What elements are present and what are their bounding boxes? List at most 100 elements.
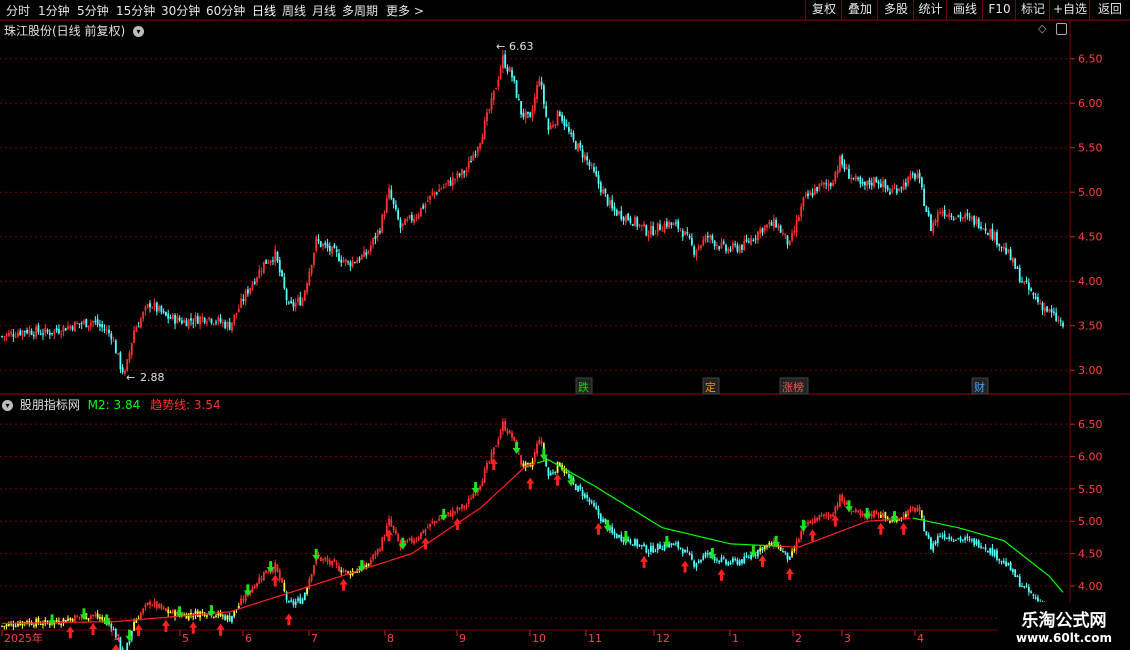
up-arrow-icon <box>421 537 430 550</box>
down-arrow-icon <box>312 548 321 561</box>
indicator-body <box>233 610 236 617</box>
candle-body <box>1050 309 1053 313</box>
indicator-title: 股朋指标网 <box>19 398 80 412</box>
overlay-button[interactable]: 叠加 <box>841 0 878 20</box>
candle-body <box>802 197 805 207</box>
candle-body <box>923 188 926 207</box>
indicator-body <box>203 612 206 616</box>
candle-body <box>864 181 866 186</box>
candle-body <box>3 336 6 338</box>
period-tab-1min[interactable]: 1分钟 <box>38 2 70 19</box>
candle-body <box>89 322 92 327</box>
indicator-body <box>520 454 523 465</box>
indicator-body <box>481 481 484 487</box>
stats-button[interactable]: 统计 <box>913 0 947 20</box>
candle-body <box>385 198 388 213</box>
candle-body <box>816 186 819 192</box>
chevron-down-icon[interactable]: ▾ <box>2 400 13 411</box>
candle-body <box>791 233 793 241</box>
candle-body <box>1034 296 1037 299</box>
indicator-body <box>183 614 186 617</box>
period-tab-60min[interactable]: 60分钟 <box>206 2 245 19</box>
candle-body <box>670 222 673 225</box>
candle-body <box>829 182 832 187</box>
candle-body <box>42 333 44 335</box>
candle-body <box>627 213 630 220</box>
indicator-body <box>192 616 195 618</box>
indicator-body <box>718 560 721 563</box>
indicator-body <box>540 440 543 444</box>
indicator-body <box>809 520 812 524</box>
up-arrow-icon <box>66 626 75 639</box>
candle-body <box>435 192 438 194</box>
period-tab-15min[interactable]: 15分钟 <box>116 2 155 19</box>
candle-body <box>467 161 470 169</box>
candle-body <box>973 215 976 225</box>
indicator-body <box>256 583 258 587</box>
indicator-body <box>716 559 718 561</box>
indicator-body <box>661 549 664 551</box>
up-arrow-icon <box>339 578 348 591</box>
mark-button[interactable]: 标记 <box>1015 0 1050 20</box>
indicator-body <box>215 615 217 617</box>
indicator-body <box>221 615 224 617</box>
up-arrow-icon <box>808 529 817 542</box>
back-button[interactable]: 返回 <box>1089 0 1130 20</box>
event-tag-fall: 跌 <box>578 380 589 394</box>
y-tick-label: 4.50 <box>1078 548 1103 561</box>
chevron-down-icon[interactable]: ▾ <box>133 26 145 37</box>
candle-body <box>898 188 900 192</box>
candle-body <box>645 225 648 236</box>
indicator-body <box>165 608 167 611</box>
panel-toggle-icon[interactable] <box>1056 23 1067 35</box>
candle-body <box>704 235 707 242</box>
candle-body <box>738 246 741 253</box>
diamond-icon[interactable]: ◇ <box>1038 22 1046 35</box>
candle-body <box>834 172 837 182</box>
period-tab-daily[interactable]: 日线 <box>252 2 276 19</box>
period-tab-monthly[interactable]: 月线 <box>312 2 336 19</box>
candle-body <box>124 371 126 374</box>
candle-body <box>183 320 186 323</box>
adjust-button[interactable]: 复权 <box>805 0 842 20</box>
low-arrow-icon: ← <box>126 371 135 384</box>
indicator-body <box>454 511 456 513</box>
multi-stock-button[interactable]: 多股 <box>877 0 914 20</box>
candle-body <box>463 171 466 174</box>
indicator-body <box>294 601 297 606</box>
down-arrow-icon <box>175 606 184 619</box>
more-menu[interactable]: 更多 > <box>386 2 424 19</box>
f10-button[interactable]: F10 <box>982 0 1016 20</box>
candle-body <box>130 343 133 355</box>
indicator-body <box>194 610 197 616</box>
candle-body <box>199 316 201 325</box>
candle-body <box>788 240 791 246</box>
indicator-body <box>456 507 459 511</box>
period-tab-5min[interactable]: 5分钟 <box>77 2 109 19</box>
candle-body <box>12 334 15 337</box>
indicator-body <box>838 495 841 507</box>
indicator-body <box>374 553 377 556</box>
candle-body <box>133 330 135 343</box>
candle-body <box>369 245 372 252</box>
candle-body <box>966 213 969 216</box>
period-tab-multi[interactable]: 多周期 <box>342 2 378 19</box>
candle-body <box>779 225 782 233</box>
period-tab-intraday[interactable]: 分时 <box>6 2 30 19</box>
candle-body <box>287 302 290 304</box>
candle-body <box>665 221 668 227</box>
x-tick-label: 3 <box>844 632 851 645</box>
period-tab-weekly[interactable]: 周线 <box>282 2 306 19</box>
indicator-body <box>775 541 778 547</box>
indicator-body <box>923 518 926 532</box>
candle-body <box>943 209 946 216</box>
indicator-body <box>440 518 443 520</box>
candle-body <box>1007 249 1010 253</box>
add-watchlist-button[interactable]: +自选 <box>1049 0 1090 20</box>
period-tab-30min[interactable]: 30分钟 <box>161 2 200 19</box>
candle-body <box>679 228 682 230</box>
candle-body <box>909 174 912 179</box>
candle-body <box>716 244 718 247</box>
indicator-body <box>668 542 671 547</box>
draw-button[interactable]: 画线 <box>946 0 983 20</box>
